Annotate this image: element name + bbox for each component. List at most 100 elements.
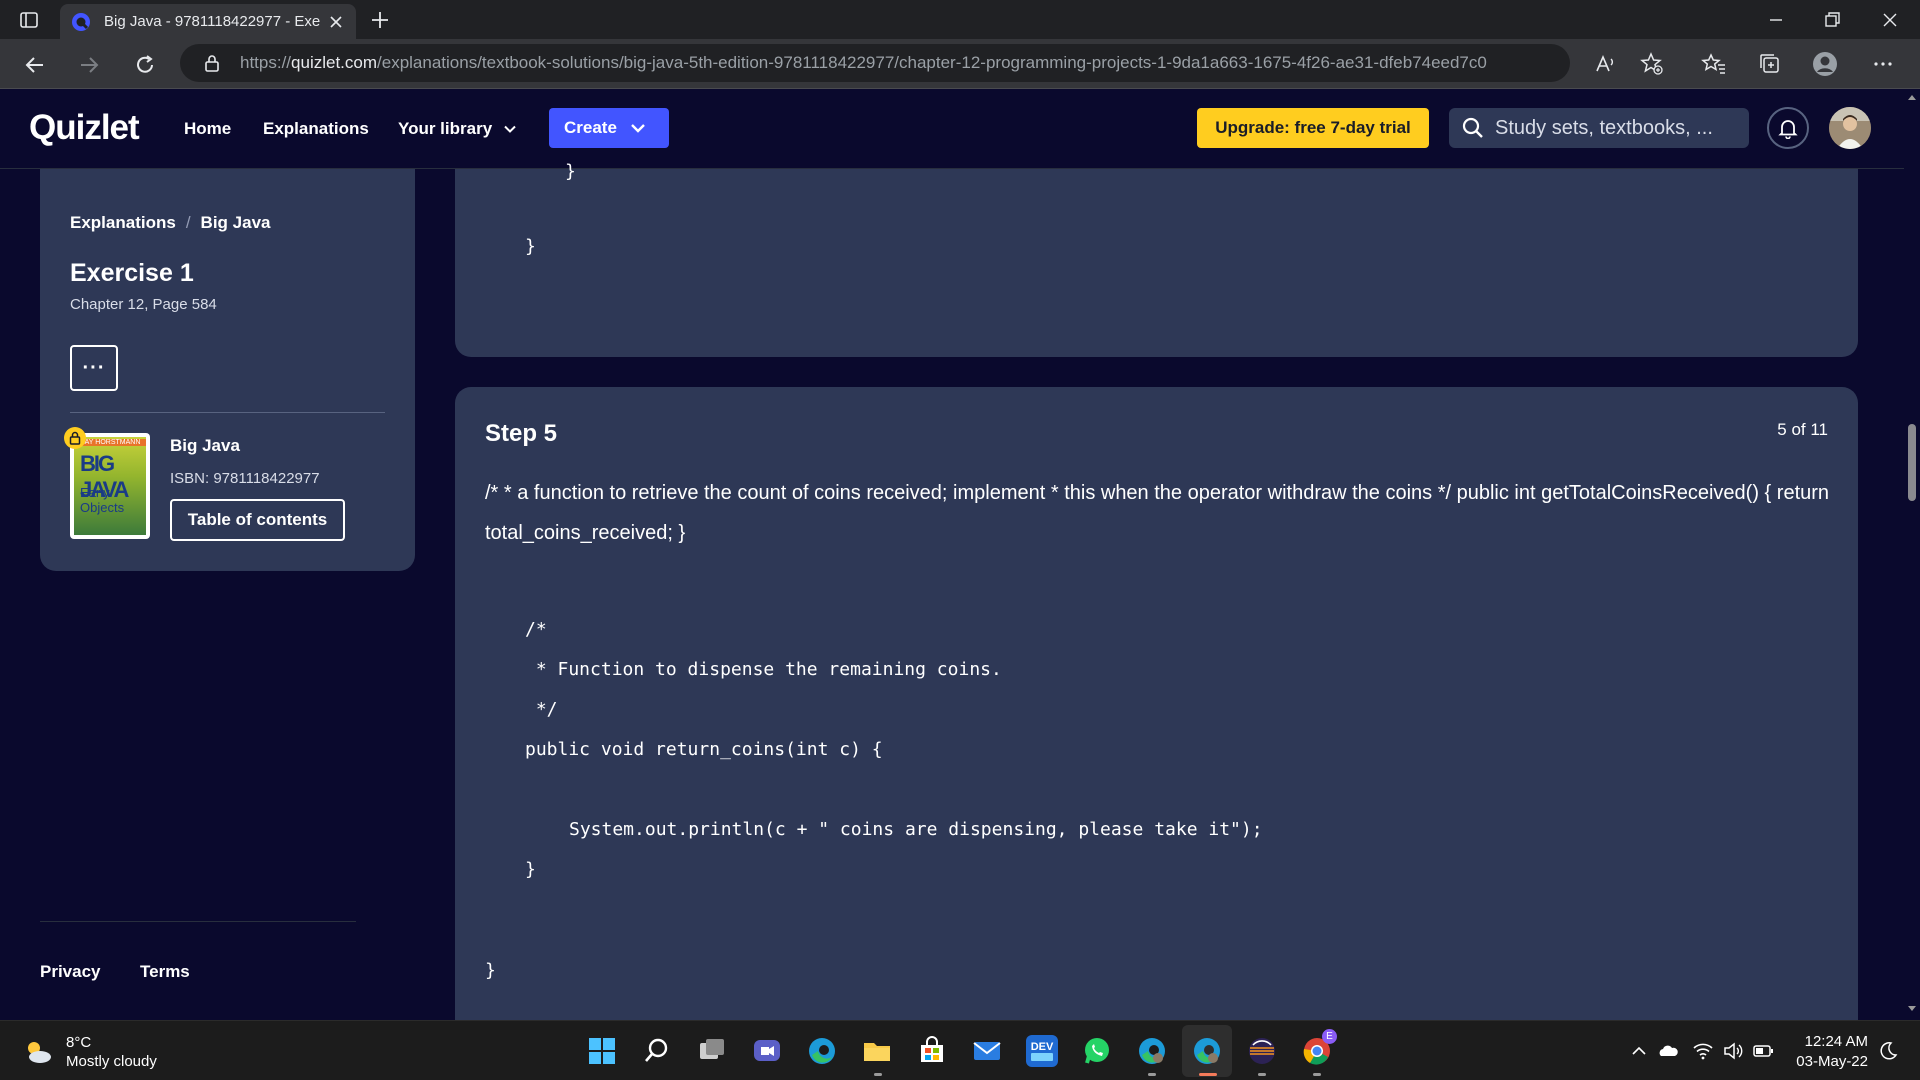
code-line: } <box>565 161 576 182</box>
footer-divider <box>40 921 356 922</box>
exercise-location: Chapter 12, Page 584 <box>70 296 217 313</box>
running-indicator <box>1148 1073 1156 1076</box>
running-indicator <box>1313 1073 1321 1076</box>
site-header: Quizlet Home Explanations Your library C… <box>0 89 1904 169</box>
browser-tab-bar: Big Java - 9781118422977 - Exer <box>0 0 1920 39</box>
page-title: Exercise 1 <box>70 259 194 287</box>
browser-tab[interactable]: Big Java - 9781118422977 - Exer <box>60 4 356 39</box>
search-box[interactable] <box>1449 108 1749 148</box>
previous-step-card: } } <box>455 161 1858 357</box>
lock-icon[interactable] <box>202 53 222 73</box>
avatar[interactable] <box>1829 107 1871 149</box>
scroll-up-icon[interactable] <box>1907 93 1917 101</box>
exercise-sidebar: Explanations / Big Java Exercise 1 Chapt… <box>40 169 415 571</box>
battery-icon[interactable] <box>1752 1040 1774 1062</box>
step-text: /* * a function to retrieve the count of… <box>485 482 1830 544</box>
create-button[interactable]: Create <box>549 108 669 148</box>
more-options-button[interactable]: ··· <box>70 345 118 391</box>
edge-icon[interactable] <box>806 1035 838 1067</box>
code-line: } <box>525 859 536 880</box>
minimize-icon[interactable] <box>1764 8 1788 32</box>
clock-time: 12:24 AM <box>1804 1033 1868 1050</box>
lock-icon <box>64 427 86 449</box>
code-line: System.out.println(c + " coins are dispe… <box>569 819 1263 840</box>
step-title: Step 5 <box>485 420 558 447</box>
clock-date: 03-May-22 <box>1796 1053 1868 1070</box>
forward-icon[interactable] <box>76 52 102 78</box>
new-tab-icon[interactable] <box>368 8 392 32</box>
terms-link[interactable]: Terms <box>140 962 190 982</box>
search-input[interactable] <box>1495 116 1735 140</box>
focus-assist-moon-icon[interactable] <box>1877 1040 1899 1062</box>
eclipse-icon[interactable] <box>1246 1035 1278 1067</box>
file-explorer-icon[interactable] <box>861 1035 893 1067</box>
volume-icon[interactable] <box>1722 1040 1744 1062</box>
wifi-icon[interactable] <box>1692 1040 1714 1062</box>
mail-icon[interactable] <box>971 1035 1003 1067</box>
whatsapp-icon[interactable] <box>1081 1035 1113 1067</box>
read-aloud-icon[interactable] <box>1593 51 1619 77</box>
close-window-icon[interactable] <box>1878 8 1902 32</box>
user-photo-icon <box>1829 107 1871 149</box>
scroll-down-icon[interactable] <box>1907 1005 1917 1013</box>
edge-active-icon[interactable] <box>1191 1035 1223 1067</box>
settings-more-icon[interactable] <box>1870 51 1896 77</box>
tab-actions-icon[interactable] <box>18 9 40 31</box>
task-view-icon[interactable] <box>696 1035 728 1067</box>
favorites-icon[interactable] <box>1701 51 1727 77</box>
quizlet-logo[interactable]: Quizlet <box>29 108 140 148</box>
windows-start-icon[interactable] <box>586 1035 618 1067</box>
nav-home[interactable]: Home <box>184 119 231 139</box>
breadcrumb: Explanations / Big Java <box>70 213 270 233</box>
nav-your-library[interactable]: Your library <box>398 119 518 139</box>
back-icon[interactable] <box>22 52 48 78</box>
weather-widget[interactable]: 8°C Mostly cloudy <box>22 1033 157 1071</box>
nav-explanations[interactable]: Explanations <box>263 119 369 139</box>
onedrive-icon[interactable] <box>1657 1040 1679 1062</box>
teams-chat-icon[interactable] <box>751 1035 783 1067</box>
collections-icon[interactable] <box>1757 51 1783 77</box>
create-button-label: Create <box>564 118 617 137</box>
page-scrollbar[interactable] <box>1904 89 1920 1020</box>
restore-icon[interactable] <box>1820 8 1844 32</box>
code-line: } <box>485 960 496 981</box>
refresh-icon[interactable] <box>132 52 158 78</box>
code-line: /* <box>525 619 547 640</box>
book-cover-art: CAY HORSTMANN BIG JAVA Early Objects <box>74 437 146 535</box>
breadcrumb-explanations[interactable]: Explanations <box>70 213 176 233</box>
running-indicator <box>874 1073 882 1076</box>
chevron-down-icon <box>504 125 516 133</box>
code-line: * Function to dispense the remaining coi… <box>525 659 1002 680</box>
temperature: 8°C <box>66 1034 92 1051</box>
close-tab-icon[interactable] <box>326 12 346 32</box>
privacy-link[interactable]: Privacy <box>40 962 101 982</box>
profile-badge: E <box>1322 1029 1337 1044</box>
step-card: Step 5 5 of 11 /* * a function to retrie… <box>455 387 1858 1020</box>
weather-condition: Mostly cloudy <box>66 1053 157 1070</box>
code-line: */ <box>525 699 558 720</box>
book-title[interactable]: Big Java <box>170 436 240 456</box>
code-line: } <box>525 236 536 257</box>
profile-icon[interactable] <box>1812 51 1838 77</box>
search-icon[interactable] <box>641 1035 673 1067</box>
dev-tools-label: DEV <box>1030 1041 1054 1053</box>
book-cover[interactable]: CAY HORSTMANN BIG JAVA Early Objects <box>70 433 150 539</box>
microsoft-store-icon[interactable] <box>916 1035 948 1067</box>
edge-profile-icon[interactable] <box>1136 1035 1168 1067</box>
nav-your-library-label: Your library <box>398 119 493 138</box>
table-of-contents-button[interactable]: Table of contents <box>170 499 345 541</box>
dev-tools-icon[interactable]: DEV <box>1026 1035 1058 1067</box>
book-isbn: ISBN: 9781118422977 <box>170 470 320 487</box>
url-field[interactable]: https://quizlet.com/explanations/textboo… <box>180 44 1570 82</box>
chevron-up-icon[interactable] <box>1628 1040 1650 1062</box>
cloudy-sun-icon <box>28 1042 51 1063</box>
address-bar: https://quizlet.com/explanations/textboo… <box>0 39 1920 89</box>
upgrade-button[interactable]: Upgrade: free 7-day trial <box>1197 108 1429 148</box>
system-clock[interactable]: 12:24 AM 03-May-22 <box>1790 1032 1868 1072</box>
sidebar-divider <box>70 412 385 413</box>
breadcrumb-big-java[interactable]: Big Java <box>201 213 271 233</box>
scroll-thumb[interactable] <box>1908 424 1916 501</box>
add-favorite-icon[interactable] <box>1639 51 1665 77</box>
notifications-button[interactable] <box>1767 107 1809 149</box>
breadcrumb-separator: / <box>185 213 191 232</box>
